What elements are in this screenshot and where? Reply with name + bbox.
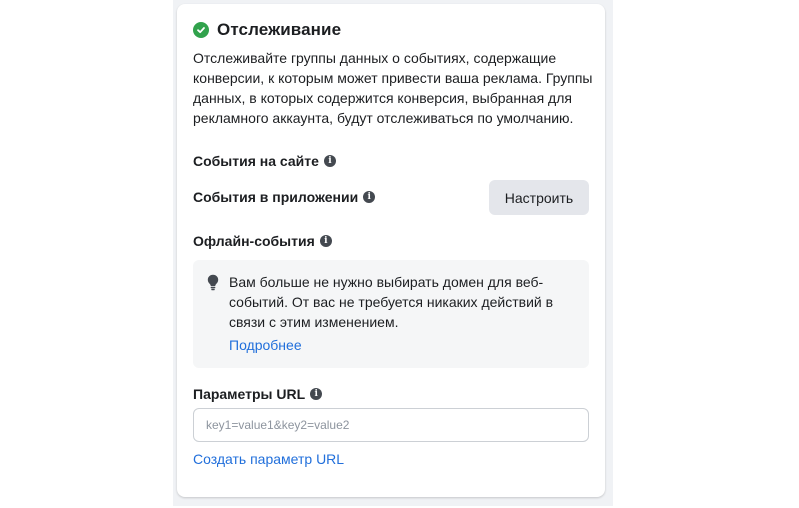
- url-params-text: Параметры URL: [193, 386, 306, 402]
- url-params-input[interactable]: [193, 408, 589, 442]
- app-events-label: События в приложении i: [193, 189, 376, 205]
- info-icon[interactable]: i: [363, 191, 376, 203]
- learn-more-link[interactable]: Подробнее: [229, 337, 302, 353]
- url-params-label: Параметры URL i: [193, 386, 323, 402]
- offline-events-text: Офлайн-события: [193, 233, 315, 249]
- domain-notice: Вам больше не нужно выбирать домен для в…: [193, 260, 589, 368]
- offline-events-label: Офлайн-события i: [193, 233, 332, 249]
- tracking-title: Отслеживание: [217, 20, 342, 39]
- create-url-param-link[interactable]: Создать параметр URL: [193, 451, 344, 467]
- app-events-text: События в приложении: [193, 189, 359, 205]
- check-circle-icon: [193, 22, 209, 38]
- info-icon[interactable]: i: [319, 235, 332, 247]
- website-events-text: События на сайте: [193, 153, 319, 169]
- tracking-description: Отслеживайте группы данных о событиях, с…: [193, 50, 593, 126]
- notice-text: Вам больше не нужно выбирать домен для в…: [229, 274, 554, 330]
- info-icon[interactable]: i: [323, 155, 336, 167]
- lightbulb-icon: [207, 274, 219, 296]
- tracking-header: Отслеживание: [193, 20, 341, 40]
- setup-button[interactable]: Настроить: [489, 180, 589, 215]
- website-events-label: События на сайте i: [193, 153, 336, 169]
- info-icon[interactable]: i: [310, 388, 323, 400]
